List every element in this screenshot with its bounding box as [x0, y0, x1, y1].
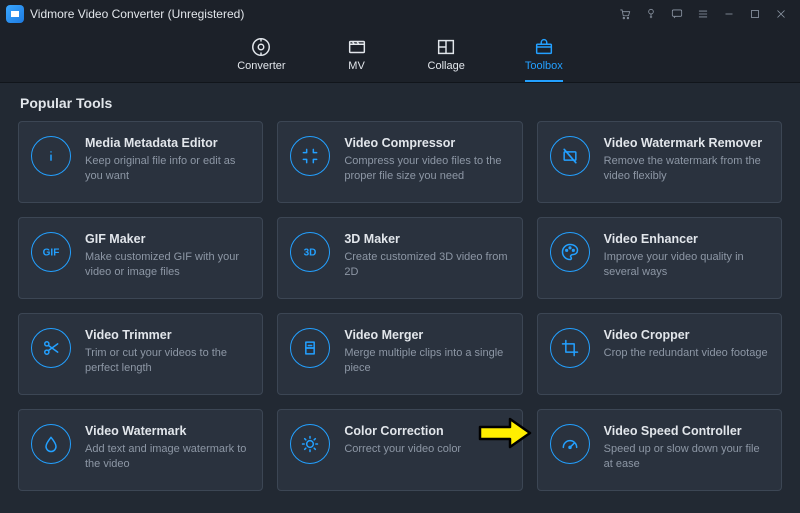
- tool-desc: Speed up or slow down your file at ease: [604, 442, 769, 472]
- tab-label: Converter: [237, 60, 285, 72]
- tool-title: Video Trimmer: [85, 328, 250, 342]
- tab-toolbox[interactable]: Toolbox: [525, 36, 563, 82]
- tool-video-trimmer[interactable]: Video Trimmer Trim or cut your videos to…: [18, 313, 263, 395]
- tool-video-watermark[interactable]: Video Watermark Add text and image water…: [18, 409, 263, 491]
- tab-label: MV: [346, 60, 368, 72]
- tool-title: Video Cropper: [604, 328, 769, 342]
- tool-title: Media Metadata Editor: [85, 136, 250, 150]
- tool-desc: Add text and image watermark to the vide…: [85, 442, 250, 472]
- tab-mv[interactable]: MV: [346, 36, 368, 82]
- toolbox-icon: [525, 36, 563, 58]
- tool-gif-maker[interactable]: GIF GIF Maker Make customized GIF with y…: [18, 217, 263, 299]
- titlebar: Vidmore Video Converter (Unregistered): [0, 0, 800, 28]
- section-title: Popular Tools: [20, 95, 782, 111]
- tool-desc: Create customized 3D video from 2D: [344, 250, 509, 280]
- tool-title: Video Enhancer: [604, 232, 769, 246]
- menu-icon[interactable]: [690, 4, 716, 24]
- close-button[interactable]: [768, 4, 794, 24]
- tool-video-enhancer[interactable]: Video Enhancer Improve your video qualit…: [537, 217, 782, 299]
- converter-icon: [237, 36, 285, 58]
- gif-icon: GIF: [31, 232, 71, 272]
- svg-text:GIF: GIF: [43, 247, 60, 258]
- tool-desc: Improve your video quality in several wa…: [604, 250, 769, 280]
- tool-title: GIF Maker: [85, 232, 250, 246]
- tool-video-speed-controller[interactable]: Video Speed Controller Speed up or slow …: [537, 409, 782, 491]
- tool-desc: Correct your video color: [344, 442, 509, 457]
- tool-desc: Compress your video files to the proper …: [344, 154, 509, 184]
- speedometer-icon: [550, 424, 590, 464]
- tools-grid: Media Metadata Editor Keep original file…: [18, 121, 782, 491]
- tab-label: Toolbox: [525, 60, 563, 72]
- tool-desc: Crop the redundant video footage: [604, 346, 769, 361]
- content-area: Popular Tools Media Metadata Editor Keep…: [0, 83, 800, 513]
- tool-desc: Remove the watermark from the video flex…: [604, 154, 769, 184]
- key-icon[interactable]: [638, 4, 664, 24]
- merge-icon: [290, 328, 330, 368]
- tool-3d-maker[interactable]: 3D 3D Maker Create customized 3D video f…: [277, 217, 522, 299]
- tab-converter[interactable]: Converter: [237, 36, 285, 82]
- cart-icon[interactable]: [612, 4, 638, 24]
- scissors-icon: [31, 328, 71, 368]
- 3d-icon: 3D: [290, 232, 330, 272]
- main-tabs: Converter MV Collage Toolbox: [0, 28, 800, 83]
- tool-title: Video Merger: [344, 328, 509, 342]
- app-title: Vidmore Video Converter (Unregistered): [30, 7, 244, 21]
- info-icon: [31, 136, 71, 176]
- tool-media-metadata-editor[interactable]: Media Metadata Editor Keep original file…: [18, 121, 263, 203]
- tool-title: Video Watermark Remover: [604, 136, 769, 150]
- app-logo: [6, 5, 24, 23]
- minimize-button[interactable]: [716, 4, 742, 24]
- tab-collage[interactable]: Collage: [428, 36, 465, 82]
- tool-desc: Make customized GIF with your video or i…: [85, 250, 250, 280]
- tool-title: Video Speed Controller: [604, 424, 769, 438]
- maximize-button[interactable]: [742, 4, 768, 24]
- tool-title: Video Compressor: [344, 136, 509, 150]
- tool-color-correction[interactable]: Color Correction Correct your video colo…: [277, 409, 522, 491]
- tool-video-merger[interactable]: Video Merger Merge multiple clips into a…: [277, 313, 522, 395]
- watermark-remove-icon: [550, 136, 590, 176]
- drop-icon: [31, 424, 71, 464]
- tab-label: Collage: [428, 60, 465, 72]
- palette-icon: [550, 232, 590, 272]
- tool-video-watermark-remover[interactable]: Video Watermark Remover Remove the water…: [537, 121, 782, 203]
- tool-title: Color Correction: [344, 424, 509, 438]
- tool-desc: Merge multiple clips into a single piece: [344, 346, 509, 376]
- tool-title: Video Watermark: [85, 424, 250, 438]
- svg-text:3D: 3D: [304, 247, 317, 258]
- tool-video-compressor[interactable]: Video Compressor Compress your video fil…: [277, 121, 522, 203]
- tool-desc: Keep original file info or edit as you w…: [85, 154, 250, 184]
- crop-icon: [550, 328, 590, 368]
- tool-title: 3D Maker: [344, 232, 509, 246]
- feedback-icon[interactable]: [664, 4, 690, 24]
- mv-icon: [346, 36, 368, 58]
- tool-video-cropper[interactable]: Video Cropper Crop the redundant video f…: [537, 313, 782, 395]
- collage-icon: [428, 36, 465, 58]
- compress-icon: [290, 136, 330, 176]
- brightness-icon: [290, 424, 330, 464]
- tool-desc: Trim or cut your videos to the perfect l…: [85, 346, 250, 376]
